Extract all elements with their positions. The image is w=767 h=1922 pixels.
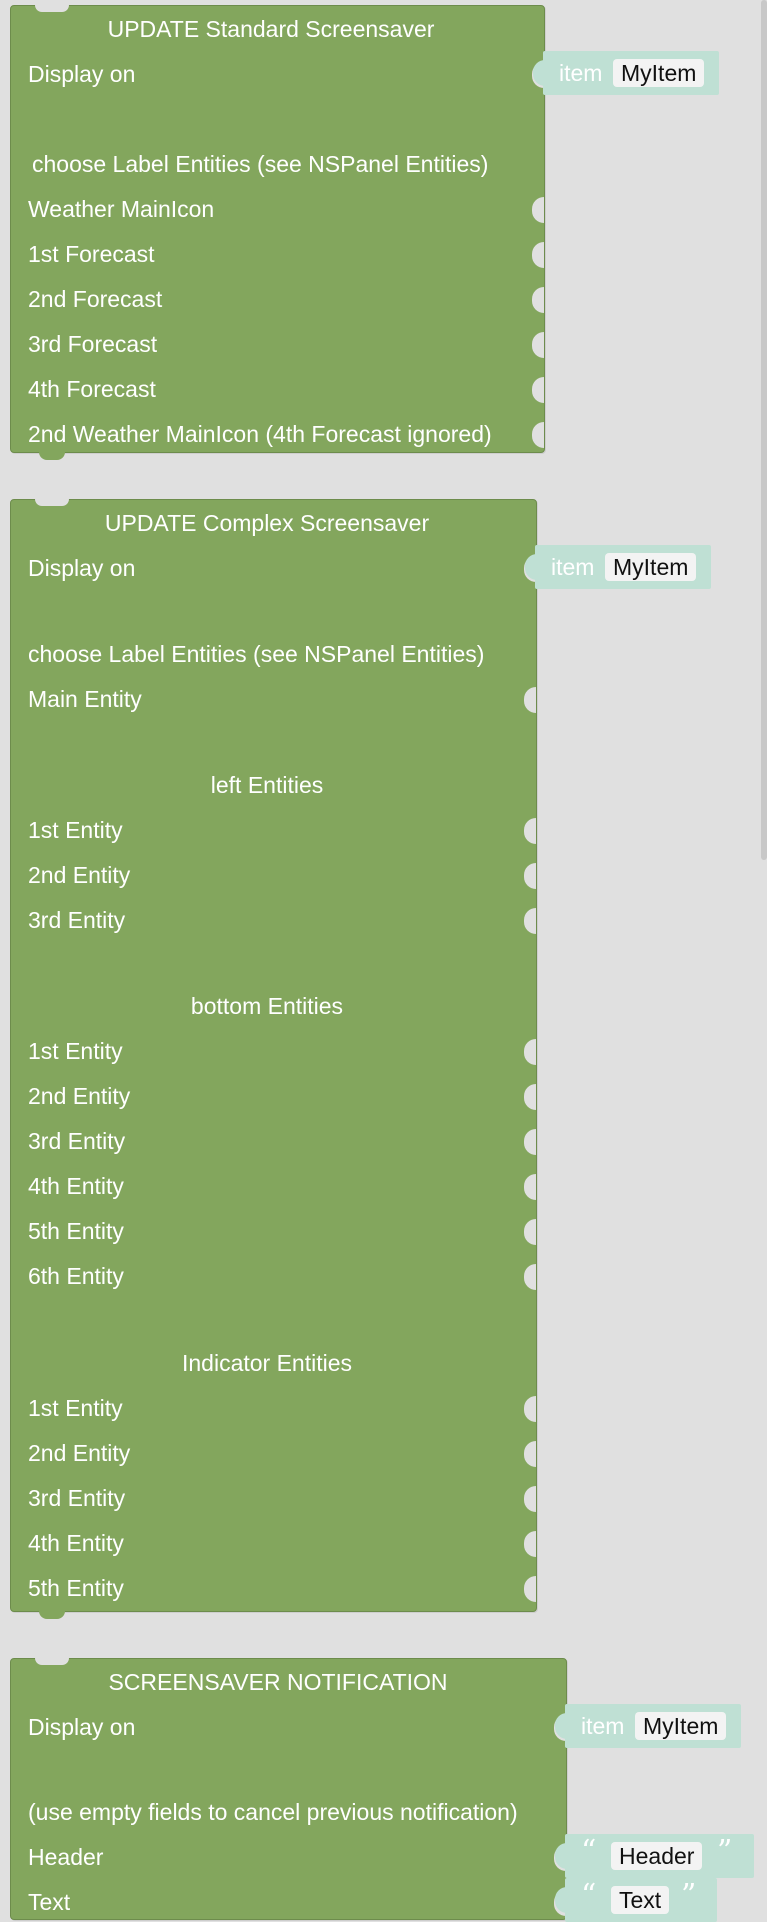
item-keyword: item bbox=[581, 1713, 625, 1739]
left-entity-3-label: 3rd Entity bbox=[28, 907, 126, 933]
bottom-entity-6-socket bbox=[524, 1264, 536, 1290]
block-top-notch bbox=[35, 499, 69, 506]
item-name-field[interactable]: MyItem bbox=[635, 1712, 727, 1740]
weather-mainicon-socket bbox=[532, 197, 544, 223]
bottom-entities-heading: bottom Entities bbox=[190, 993, 344, 1019]
item-name-field[interactable]: MyItem bbox=[605, 553, 697, 581]
block-title: SCREENSAVER NOTIFICATION bbox=[108, 1669, 448, 1695]
bottom-entity-4-label: 4th Entity bbox=[28, 1173, 124, 1199]
bottom-entity-3-socket bbox=[524, 1129, 536, 1155]
indicator-entity-1-label: 1st Entity bbox=[28, 1395, 123, 1421]
block-title: UPDATE Complex Screensaver bbox=[104, 510, 430, 536]
forecast-1-label: 1st Forecast bbox=[28, 241, 155, 267]
left-entity-1-socket bbox=[524, 818, 536, 844]
indicator-entity-5-label: 5th Entity bbox=[28, 1575, 124, 1601]
display-on-label: Display on bbox=[28, 1714, 136, 1740]
indicator-entity-3-socket bbox=[524, 1486, 536, 1512]
main-entity-socket bbox=[524, 687, 536, 713]
item-name-field[interactable]: MyItem bbox=[613, 59, 705, 87]
display-on-label: Display on bbox=[28, 555, 136, 581]
open-quote-icon: “ bbox=[581, 1834, 597, 1869]
forecast-4-label: 4th Forecast bbox=[28, 376, 156, 402]
screensaver-notification-block[interactable]: SCREENSAVER NOTIFICATION Display on (use… bbox=[10, 1658, 567, 1920]
choose-label-entities-text: choose Label Entities (see NSPanel Entit… bbox=[32, 151, 489, 177]
bottom-entity-2-socket bbox=[524, 1084, 536, 1110]
block-bottom-notch bbox=[39, 1611, 65, 1619]
indicator-entity-5-socket bbox=[524, 1576, 536, 1602]
item-keyword: item bbox=[559, 60, 603, 86]
text-text-field[interactable]: Text bbox=[611, 1886, 670, 1914]
notification-hint-text: (use empty fields to cancel previous not… bbox=[28, 1799, 518, 1825]
scrollbar[interactable] bbox=[761, 0, 767, 860]
weather-mainicon-2-socket bbox=[532, 422, 544, 448]
forecast-2-label: 2nd Forecast bbox=[28, 286, 163, 312]
indicator-entity-3-label: 3rd Entity bbox=[28, 1485, 126, 1511]
indicator-entity-4-label: 4th Entity bbox=[28, 1530, 124, 1556]
item-block-2[interactable]: item MyItem bbox=[525, 545, 711, 589]
bottom-entity-1-label: 1st Entity bbox=[28, 1038, 123, 1064]
header-label: Header bbox=[28, 1844, 104, 1870]
bottom-entity-5-label: 5th Entity bbox=[28, 1218, 124, 1244]
item-block-1[interactable]: item MyItem bbox=[533, 51, 719, 95]
left-entity-1-label: 1st Entity bbox=[28, 817, 123, 843]
weather-mainicon-2-label: 2nd Weather MainIcon (4th Forecast ignor… bbox=[28, 421, 492, 447]
bottom-entity-3-label: 3rd Entity bbox=[28, 1128, 126, 1154]
item-keyword: item bbox=[551, 554, 595, 580]
update-standard-screensaver-block[interactable]: UPDATE Standard Screensaver Display on c… bbox=[10, 5, 545, 460]
forecast-1-socket bbox=[532, 242, 544, 268]
block-top-notch bbox=[35, 5, 69, 12]
open-quote-icon: “ bbox=[581, 1878, 597, 1913]
indicator-entity-1-socket bbox=[524, 1396, 536, 1422]
text-text-block[interactable]: “ Text ” bbox=[555, 1878, 717, 1922]
left-entity-3-socket bbox=[524, 908, 536, 934]
indicator-entity-2-socket bbox=[524, 1441, 536, 1467]
indicator-entity-2-label: 2nd Entity bbox=[28, 1440, 131, 1466]
close-quote-icon: ” bbox=[717, 1834, 733, 1869]
main-entity-label: Main Entity bbox=[28, 686, 142, 712]
bottom-entity-5-socket bbox=[524, 1219, 536, 1245]
update-complex-screensaver-block[interactable]: UPDATE Complex Screensaver Display on ch… bbox=[10, 499, 537, 1619]
left-entity-2-socket bbox=[524, 863, 536, 889]
text-label: Text bbox=[28, 1889, 71, 1915]
bottom-entity-4-socket bbox=[524, 1174, 536, 1200]
indicator-entity-4-socket bbox=[524, 1531, 536, 1557]
display-on-label: Display on bbox=[28, 61, 136, 87]
block-top-notch bbox=[35, 1658, 69, 1665]
forecast-3-socket bbox=[532, 332, 544, 358]
left-entities-heading: left Entities bbox=[210, 772, 324, 798]
forecast-2-socket bbox=[532, 287, 544, 313]
bottom-entity-2-label: 2nd Entity bbox=[28, 1083, 131, 1109]
header-text-block[interactable]: “ Header ” bbox=[555, 1834, 754, 1878]
block-bottom-notch bbox=[39, 452, 65, 460]
forecast-3-label: 3rd Forecast bbox=[28, 331, 158, 357]
header-text-field[interactable]: Header bbox=[611, 1842, 703, 1870]
choose-label-entities-text: choose Label Entities (see NSPanel Entit… bbox=[28, 641, 485, 667]
item-block-3[interactable]: item MyItem bbox=[555, 1704, 741, 1748]
left-entity-2-label: 2nd Entity bbox=[28, 862, 131, 888]
weather-mainicon-label: Weather MainIcon bbox=[28, 196, 215, 222]
close-quote-icon: ” bbox=[681, 1878, 697, 1913]
block-title: UPDATE Standard Screensaver bbox=[107, 16, 435, 42]
bottom-entity-6-label: 6th Entity bbox=[28, 1263, 124, 1289]
forecast-4-socket bbox=[532, 377, 544, 403]
bottom-entity-1-socket bbox=[524, 1039, 536, 1065]
indicator-entities-heading: Indicator Entities bbox=[181, 1350, 353, 1376]
